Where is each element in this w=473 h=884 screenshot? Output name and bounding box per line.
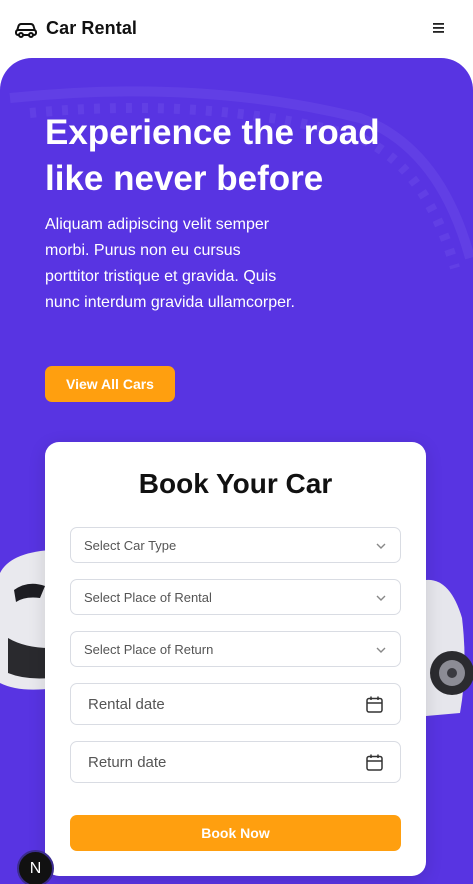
return-date-field[interactable]: Return date (70, 741, 401, 783)
rental-place-value: Select Place of Rental (84, 590, 212, 605)
calendar-icon[interactable] (365, 753, 384, 772)
top-header: Car Rental (0, 0, 473, 58)
hamburger-icon (433, 23, 444, 33)
return-place-select[interactable]: Select Place of Return (70, 631, 401, 667)
framework-badge[interactable]: N (17, 850, 54, 884)
car-type-value: Select Car Type (84, 538, 177, 553)
booking-title: Book Your Car (138, 468, 333, 499)
chevron-down-icon (376, 647, 386, 653)
return-place-value: Select Place of Return (84, 642, 214, 657)
booking-card: Book Your Car Select Car Type Select Pla… (45, 442, 426, 876)
car-icon (15, 23, 37, 38)
hero-title: Experience the road like never before (45, 113, 380, 198)
brand[interactable]: Car Rental (14, 17, 137, 39)
brand-name: Car Rental (46, 17, 138, 38)
hero-description: Aliquam adipiscing velit semper morbi. P… (45, 216, 295, 311)
chevron-down-icon (376, 595, 386, 601)
calendar-icon[interactable] (365, 695, 384, 714)
rental-date-field[interactable]: Rental date (70, 683, 401, 725)
rental-date-placeholder: Rental date (88, 696, 165, 713)
rental-place-select[interactable]: Select Place of Rental (70, 579, 401, 615)
car-type-select[interactable]: Select Car Type (70, 527, 401, 563)
chevron-down-icon (376, 543, 386, 549)
view-all-cars-button[interactable]: View All Cars (45, 366, 175, 402)
return-date-placeholder: Return date (88, 754, 167, 771)
book-now-button[interactable]: Book Now (70, 815, 401, 851)
menu-button[interactable] (432, 20, 448, 36)
